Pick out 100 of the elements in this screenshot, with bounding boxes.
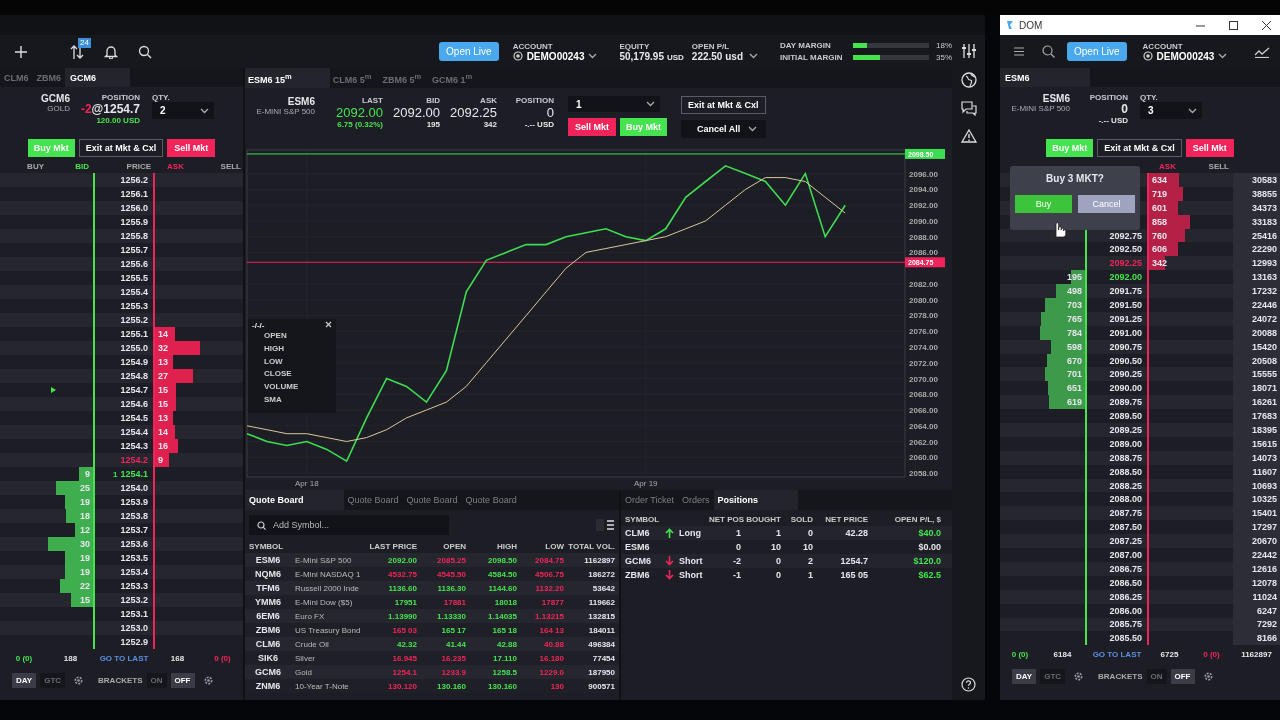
price-level[interactable]: 2089.25 [1109, 424, 1142, 435]
panel-tab[interactable]: Positions [713, 490, 799, 510]
panel-tab[interactable]: Quote Board [245, 490, 344, 510]
symbol-cell[interactable]: CLM6 [245, 639, 293, 649]
price-level[interactable]: 2086.25 [1109, 591, 1142, 602]
bell-icon[interactable] [104, 44, 118, 59]
menu-icon[interactable] [1014, 47, 1024, 56]
price-level[interactable]: 1253.0 [120, 623, 148, 633]
price-level[interactable]: 2092.00 [1109, 272, 1142, 283]
quantity-dropdown[interactable]: 1 [568, 96, 660, 112]
price-level[interactable]: 1255.7 [120, 245, 148, 255]
price-level[interactable]: 1256.1 [120, 189, 148, 199]
sliders-icon[interactable] [960, 43, 977, 59]
quantity-dropdown[interactable]: 2 [152, 102, 214, 119]
price-level[interactable]: 2088.75 [1109, 452, 1142, 463]
symbol-tab[interactable]: ESM6 [1000, 68, 1090, 87]
price-level[interactable]: 1254.1 [120, 469, 148, 479]
price-level[interactable]: 2091.25 [1109, 313, 1142, 324]
add-symbol-field[interactable]: Add Symbol... [249, 515, 449, 535]
exit-button[interactable]: Exit at Mkt & Cxl [1097, 139, 1182, 157]
cancel-all-button[interactable]: Cancel All [681, 120, 766, 138]
sell-market-button[interactable]: Sell Mkt [167, 139, 216, 157]
search-icon[interactable] [1042, 45, 1055, 58]
price-level[interactable]: 2090.00 [1109, 383, 1142, 394]
gear-icon[interactable] [73, 674, 85, 686]
gear-icon[interactable] [1073, 670, 1085, 682]
gear-icon[interactable] [202, 674, 214, 686]
price-level[interactable]: 2089.50 [1109, 411, 1142, 422]
price-level[interactable]: 1254.5 [120, 413, 148, 423]
price-level[interactable]: 2092.50 [1109, 244, 1142, 255]
account-selector[interactable]: DEMO00243 [1142, 50, 1228, 62]
symbol-cell[interactable]: ESM6 [245, 555, 293, 565]
price-level[interactable]: 1255.4 [120, 287, 148, 297]
price-level[interactable]: 1254.2 [120, 455, 148, 465]
price-level[interactable]: 1253.3 [120, 581, 148, 591]
price-level[interactable]: 2086.50 [1109, 577, 1142, 588]
price-level[interactable]: 1253.6 [120, 539, 148, 549]
price-level[interactable]: 2088.25 [1109, 480, 1142, 491]
price-level[interactable]: 2092.75 [1109, 230, 1142, 241]
price-level[interactable]: 1253.1 [120, 609, 148, 619]
warning-icon[interactable] [960, 129, 977, 143]
go-to-last-link[interactable]: GO TO LAST [1085, 649, 1149, 659]
price-level[interactable]: 1255.9 [120, 217, 148, 227]
chat-icon[interactable] [960, 101, 977, 116]
symbol-cell[interactable]: NQM6 [245, 569, 293, 579]
price-level[interactable]: 1254.7 [120, 385, 148, 395]
help-icon[interactable] [961, 677, 976, 692]
symbol-cell[interactable]: ZBM6 [245, 625, 293, 635]
price-level[interactable]: 1253.4 [120, 567, 148, 577]
price-level[interactable]: 2091.00 [1109, 327, 1142, 338]
brackets-toggle[interactable]: OFF [1170, 668, 1195, 684]
price-level[interactable]: 1253.7 [120, 525, 148, 535]
chart-tab[interactable]: GCM6 1$^{m}$ [429, 68, 481, 88]
price-level[interactable]: 1254.3 [120, 441, 148, 451]
symbol-tab[interactable]: GCM6 [65, 68, 130, 87]
price-level[interactable]: 1253.8 [120, 511, 148, 521]
sell-market-button[interactable]: Sell Mkt [1185, 139, 1234, 157]
price-level[interactable]: 2088.00 [1109, 494, 1142, 505]
symbol-cell[interactable]: TFM6 [245, 583, 293, 593]
chart-tab[interactable]: ESM6 15$^{m}$ [245, 68, 330, 88]
panel-tab[interactable]: Quote Board [402, 490, 462, 510]
price-level[interactable]: 1254.4 [120, 427, 148, 437]
panel-tab[interactable]: Order Ticket [621, 490, 678, 510]
symbol-cell[interactable]: YMM6 [245, 597, 293, 607]
price-level[interactable]: 1255.6 [120, 259, 148, 269]
price-level[interactable]: 2085.75 [1109, 619, 1142, 630]
price-level[interactable]: 2091.50 [1109, 299, 1142, 310]
price-level[interactable]: 1252.9 [120, 637, 148, 647]
price-level[interactable]: 2090.25 [1109, 369, 1142, 380]
price-level[interactable]: 1255.5 [120, 273, 148, 283]
plus-icon[interactable] [14, 44, 28, 59]
price-level[interactable]: 1253.9 [120, 497, 148, 507]
price-level[interactable]: 2087.00 [1109, 550, 1142, 560]
price-level[interactable]: 2091.75 [1109, 286, 1142, 297]
quantity-dropdown[interactable]: 3 [1140, 102, 1202, 119]
time-in-force-toggle[interactable]: DAY [12, 672, 37, 688]
price-level[interactable]: 2087.75 [1109, 508, 1142, 519]
symbol-cell[interactable]: SIK6 [245, 653, 293, 663]
gear-icon[interactable] [1202, 670, 1214, 682]
close-icon[interactable] [325, 321, 332, 328]
price-level[interactable]: 1255.1 [120, 329, 148, 339]
price-level[interactable]: 1254.0 [120, 483, 148, 493]
search-icon[interactable] [138, 44, 152, 59]
panel-tab[interactable]: Quote Board [461, 490, 521, 510]
price-level[interactable]: 1254.8 [120, 371, 148, 381]
price-level[interactable]: 2086.75 [1109, 563, 1142, 574]
account-selector[interactable]: DEMO00243 [512, 50, 598, 62]
list-icon[interactable] [596, 519, 614, 531]
symbol-tab[interactable]: CLM6 [0, 68, 33, 87]
symbol-cell[interactable]: 6EM6 [245, 611, 293, 621]
chart-line-icon[interactable] [1254, 45, 1270, 58]
price-level[interactable]: 1256.2 [120, 175, 148, 185]
sell-market-button[interactable]: Sell Mkt [568, 118, 616, 136]
globe-icon[interactable] [960, 72, 977, 88]
price-level[interactable]: 2089.00 [1109, 438, 1142, 449]
brackets-toggle[interactable]: OFF [170, 672, 195, 688]
exit-button[interactable]: Exit at Mkt & Cxl [681, 96, 766, 114]
price-level[interactable]: 1254.6 [120, 399, 148, 409]
price-level[interactable]: 2090.50 [1109, 355, 1142, 366]
price-level[interactable]: 2087.50 [1109, 522, 1142, 533]
